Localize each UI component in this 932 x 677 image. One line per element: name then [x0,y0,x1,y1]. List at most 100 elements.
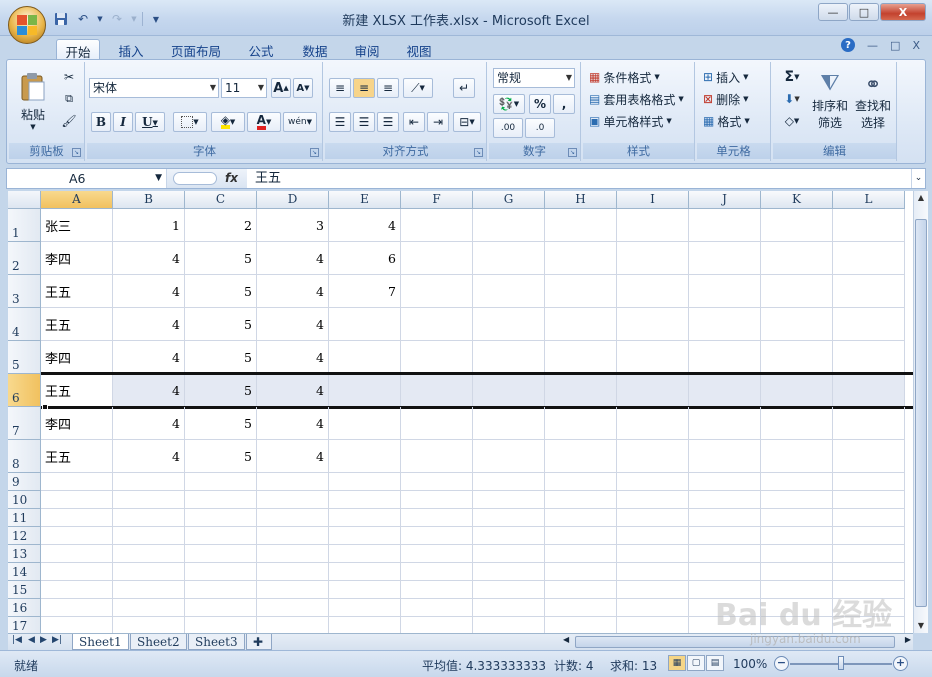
cell-c4[interactable]: 5 [185,308,257,341]
scroll-up-icon[interactable]: ▲ [914,191,928,205]
cell-c2[interactable]: 5 [185,242,257,275]
cell-b16[interactable] [113,599,185,617]
scroll-down-icon[interactable]: ▼ [914,619,928,633]
cell-i17[interactable] [617,617,689,633]
increase-decimal-button[interactable]: .00 [493,118,523,138]
cell-d9[interactable] [257,473,329,491]
cell-j11[interactable] [689,509,761,527]
cell-g15[interactable] [473,581,545,599]
zoom-level[interactable]: 100% [733,657,767,671]
cell-e15[interactable] [329,581,401,599]
sheet-tab-1[interactable]: Sheet1 [72,634,129,650]
cell-i5[interactable] [617,341,689,374]
cell-h16[interactable] [545,599,617,617]
cell-k7[interactable] [761,407,833,440]
formula-splitter[interactable] [173,172,217,185]
row-header-9[interactable]: 9 [8,473,41,491]
cell-l2[interactable] [833,242,905,275]
align-center-icon[interactable]: ☰ [353,112,375,132]
clear-icon[interactable]: ◇ ▼ [779,112,805,130]
cell-b1[interactable]: 1 [113,209,185,242]
cell-f15[interactable] [401,581,473,599]
align-top-icon[interactable]: ≡ [329,78,351,98]
find-select-button[interactable]: ⚭ 查找和 选择 [853,66,893,136]
cell-i13[interactable] [617,545,689,563]
cell-a13[interactable] [41,545,113,563]
cell-g14[interactable] [473,563,545,581]
normal-view-icon[interactable]: ▦ [668,655,686,671]
cell-c15[interactable] [185,581,257,599]
cell-g17[interactable] [473,617,545,633]
row-header-3[interactable]: 3 [8,275,41,308]
cell-b17[interactable] [113,617,185,633]
cell-i14[interactable] [617,563,689,581]
cell-h17[interactable] [545,617,617,633]
sheet-tab-3[interactable]: Sheet3 [188,634,245,650]
grow-font-button[interactable]: A ▲ [271,78,291,98]
cell-a4[interactable]: 王五 [41,308,113,341]
percent-button[interactable]: % [529,94,551,114]
cell-j4[interactable] [689,308,761,341]
align-right-icon[interactable]: ☰ [377,112,399,132]
wrap-text-icon[interactable]: ↵ [453,78,475,98]
cell-h5[interactable] [545,341,617,374]
cell-f3[interactable] [401,275,473,308]
cell-b4[interactable]: 4 [113,308,185,341]
cell-g4[interactable] [473,308,545,341]
cell-d3[interactable]: 4 [257,275,329,308]
column-header-j[interactable]: J [689,191,761,209]
cell-c13[interactable] [185,545,257,563]
cell-d6[interactable]: 4 [257,374,329,407]
copy-icon[interactable]: ⧉ [59,90,79,108]
cell-b9[interactable] [113,473,185,491]
number-launcher-icon[interactable]: ↘ [568,148,577,157]
cell-d5[interactable]: 4 [257,341,329,374]
cell-e3[interactable]: 7 [329,275,401,308]
cell-a12[interactable] [41,527,113,545]
cell-h11[interactable] [545,509,617,527]
expand-formula-bar-icon[interactable]: ⌄ [911,169,925,188]
row-header-1[interactable]: 1 [8,209,41,242]
cell-g12[interactable] [473,527,545,545]
cell-f13[interactable] [401,545,473,563]
cell-l6[interactable] [833,374,905,407]
cell-h3[interactable] [545,275,617,308]
cell-g16[interactable] [473,599,545,617]
comma-button[interactable]: , [553,94,575,114]
currency-icon[interactable]: 💱 ▼ [493,94,525,114]
zoom-slider-thumb[interactable] [838,656,844,670]
tab-formulas[interactable]: 公式 [242,39,280,60]
insert-sheet-icon[interactable]: ✚ [246,634,272,650]
cell-k14[interactable] [761,563,833,581]
cell-g5[interactable] [473,341,545,374]
cell-a11[interactable] [41,509,113,527]
cell-e16[interactable] [329,599,401,617]
cell-j6[interactable] [689,374,761,407]
prev-sheet-icon[interactable]: ◀ [28,635,35,645]
cell-a5[interactable]: 李四 [41,341,113,374]
select-all-corner[interactable] [8,191,41,209]
cell-c6[interactable]: 5 [185,374,257,407]
orientation-icon[interactable]: ⟋ ▼ [403,78,433,98]
number-format-combo[interactable]: 常规 ▼ [493,68,575,88]
cell-k2[interactable] [761,242,833,275]
cell-c3[interactable]: 5 [185,275,257,308]
cell-l8[interactable] [833,440,905,473]
cell-c14[interactable] [185,563,257,581]
row-header-10[interactable]: 10 [8,491,41,509]
cell-f16[interactable] [401,599,473,617]
cell-c10[interactable] [185,491,257,509]
cell-d11[interactable] [257,509,329,527]
cell-d2[interactable]: 4 [257,242,329,275]
cell-j1[interactable] [689,209,761,242]
cell-a17[interactable] [41,617,113,633]
cell-c1[interactable]: 2 [185,209,257,242]
cell-d7[interactable]: 4 [257,407,329,440]
cell-b3[interactable]: 4 [113,275,185,308]
cell-i15[interactable] [617,581,689,599]
cell-e12[interactable] [329,527,401,545]
column-header-a[interactable]: A [41,191,113,209]
cell-g1[interactable] [473,209,545,242]
ribbon-minimize-button[interactable]: — [867,39,878,52]
paste-button[interactable]: 粘贴 ▼ [15,66,51,136]
